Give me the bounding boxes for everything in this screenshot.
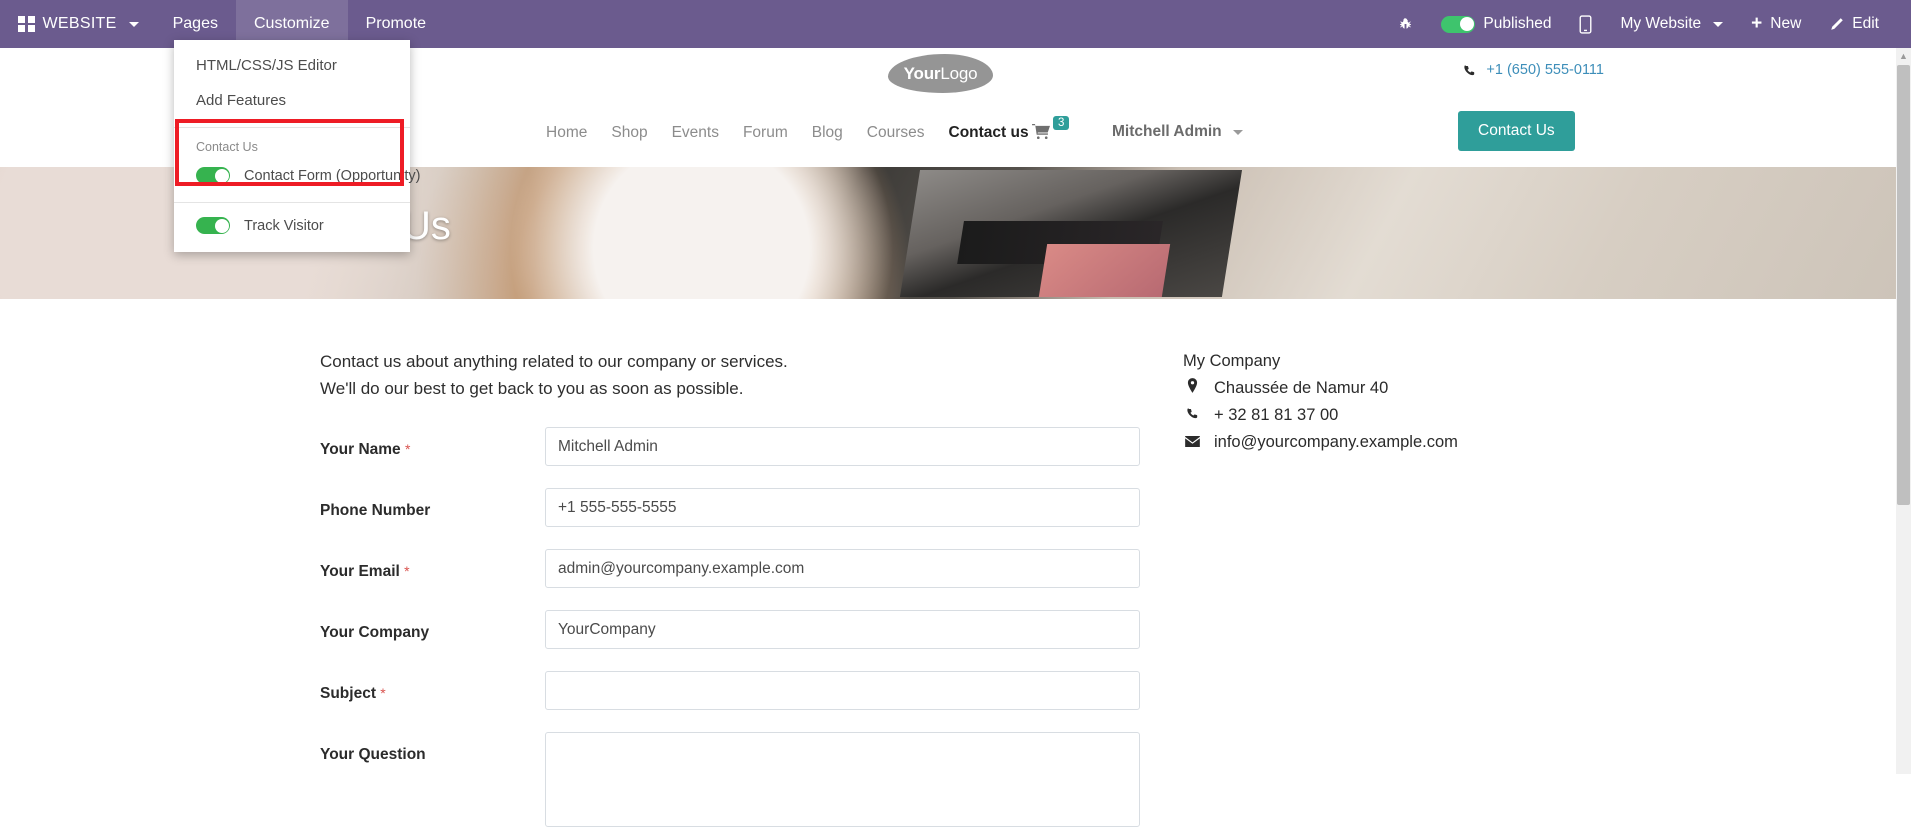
nav-item-home[interactable]: Home <box>534 124 599 142</box>
label-text: Subject <box>320 685 376 702</box>
plus-icon: + <box>1751 13 1763 34</box>
nav-item-shop[interactable]: Shop <box>599 124 659 142</box>
dropdown-group-label-contact-us: Contact Us <box>196 140 258 154</box>
cart-count-badge: 3 <box>1053 116 1070 130</box>
chevron-down-icon <box>128 21 139 27</box>
primary-navigation: Home Shop Events Forum Blog Courses Cont… <box>534 99 1041 167</box>
toggle-row-track-visitor[interactable]: Track Visitor <box>174 203 410 252</box>
cart-button[interactable]: 3 <box>1032 116 1070 140</box>
phone-icon <box>1183 402 1201 429</box>
input-your-question[interactable] <box>545 732 1140 827</box>
form-row-phone-number: Phone Number <box>320 488 1140 538</box>
site-logo[interactable]: YourLogo <box>888 54 993 93</box>
published-switch-icon[interactable] <box>1441 15 1476 33</box>
company-address-row: Chaussée de Namur 40 <box>1183 375 1458 402</box>
edit-button[interactable]: Edit <box>1815 0 1893 48</box>
published-label: Published <box>1483 15 1552 32</box>
label-your-company: Your Company <box>320 624 430 641</box>
contact-form-toggle-icon[interactable] <box>196 167 230 184</box>
form-row-subject: Subject * <box>320 671 1140 721</box>
apps-menu-button[interactable]: WEBSITE <box>0 0 155 48</box>
input-your-email[interactable] <box>545 549 1140 588</box>
odoo-bar-right: Published My Website + New Edit <box>1384 0 1911 48</box>
chevron-down-icon <box>1232 129 1243 135</box>
logo-text-light: Logo <box>940 63 978 83</box>
form-row-your-email: Your Email * <box>320 549 1140 599</box>
dropdown-item-add-features[interactable]: Add Features <box>174 83 410 118</box>
nav-item-blog[interactable]: Blog <box>800 124 855 142</box>
form-row-your-question: Your Question <box>320 732 1140 827</box>
bug-icon <box>1400 17 1412 29</box>
user-menu[interactable]: Mitchell Admin <box>1112 123 1243 141</box>
label-phone-number: Phone Number <box>320 502 431 519</box>
required-marker: * <box>405 441 411 457</box>
new-label: New <box>1770 15 1802 32</box>
required-marker: * <box>380 685 386 701</box>
chevron-down-icon <box>1713 21 1724 27</box>
form-row-your-company: Your Company <box>320 610 1140 660</box>
label-text: Your Email <box>320 563 400 580</box>
company-name: My Company <box>1183 352 1281 370</box>
published-toggle[interactable]: Published <box>1427 0 1565 48</box>
label-text: Your Name <box>320 441 401 458</box>
map-pin-icon <box>1183 375 1201 402</box>
intro-text: Contact us about anything related to our… <box>320 348 788 402</box>
label-your-name: Your Name * <box>320 441 410 459</box>
nav-item-courses[interactable]: Courses <box>855 124 937 142</box>
company-phone: + 32 81 81 37 00 <box>1214 406 1339 424</box>
company-phone-row: + 32 81 81 37 00 <box>1183 402 1458 429</box>
phone-icon <box>1464 64 1475 75</box>
scrollbar-thumb[interactable] <box>1897 65 1910 505</box>
nav-item-forum[interactable]: Forum <box>731 124 800 142</box>
form-row-your-name: Your Name * <box>320 427 1140 477</box>
input-subject[interactable] <box>545 671 1140 710</box>
mobile-preview-button[interactable] <box>1565 0 1606 48</box>
scroll-up-arrow-icon[interactable]: ▲ <box>1896 48 1911 63</box>
company-email: info@yourcompany.example.com <box>1214 433 1458 451</box>
label-your-email: Your Email * <box>320 563 410 581</box>
website-selector[interactable]: My Website <box>1606 0 1737 48</box>
toggle-label-contact-form: Contact Form (Opportunity) <box>244 167 421 184</box>
input-phone-number[interactable] <box>545 488 1140 527</box>
toggle-label-track-visitor: Track Visitor <box>244 217 324 234</box>
company-address: Chaussée de Namur 40 <box>1214 379 1389 397</box>
nav-item-contact-us[interactable]: Contact us <box>937 124 1041 142</box>
site-logo-text: YourLogo <box>904 64 978 84</box>
contact-form: Your Name * Phone Number Your Email * Yo… <box>320 427 1140 838</box>
shopping-cart-icon <box>1032 123 1050 140</box>
logo-text-bold: Your <box>903 63 941 83</box>
pencil-icon <box>1831 17 1844 30</box>
intro-line-1: Contact us about anything related to our… <box>320 352 788 371</box>
label-subject: Subject * <box>320 685 386 703</box>
company-email-row: info@yourcompany.example.com <box>1183 429 1458 456</box>
label-your-question: Your Question <box>320 746 426 763</box>
header-phone-number: +1 (650) 555-0111 <box>1486 62 1604 78</box>
mobile-icon <box>1580 14 1592 34</box>
edit-label: Edit <box>1852 15 1879 32</box>
new-button[interactable]: + New <box>1737 0 1815 48</box>
hero-card-decor <box>1038 243 1171 297</box>
apps-menu-label: WEBSITE <box>42 15 117 32</box>
header-contact-us-button[interactable]: Contact Us <box>1458 111 1575 151</box>
header-phone[interactable]: +1 (650) 555-0111 <box>1463 62 1604 78</box>
customize-dropdown-menu: HTML/CSS/JS Editor Add Features Contact … <box>174 40 420 252</box>
required-marker: * <box>404 563 410 579</box>
page-scrollbar[interactable]: ▲ <box>1896 48 1911 774</box>
track-visitor-toggle-icon[interactable] <box>196 217 230 234</box>
website-selector-label: My Website <box>1620 15 1702 32</box>
envelope-icon <box>1183 429 1201 456</box>
intro-line-2: We'll do our best to get back to you as … <box>320 379 744 398</box>
input-your-name[interactable] <box>545 427 1140 466</box>
debug-menu-button[interactable] <box>1384 0 1427 48</box>
input-your-company[interactable] <box>545 610 1140 649</box>
toggle-row-contact-form[interactable]: Contact Form (Opportunity) <box>174 158 420 193</box>
company-info: My Company Chaussée de Namur 40 + 32 81 … <box>1183 348 1458 456</box>
nav-item-events[interactable]: Events <box>660 124 731 142</box>
user-menu-label: Mitchell Admin <box>1112 123 1222 140</box>
grid-apps-icon <box>18 15 35 33</box>
dropdown-item-html-css-js-editor[interactable]: HTML/CSS/JS Editor <box>174 48 410 83</box>
